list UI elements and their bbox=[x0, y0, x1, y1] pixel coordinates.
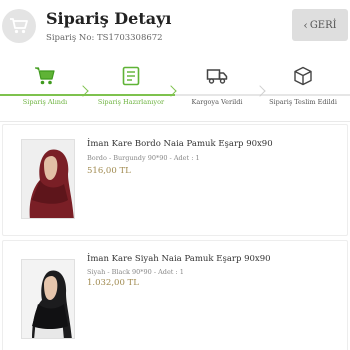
order-item: İman Kare Bordo Naia Pamuk Eşarp 90x90 B… bbox=[2, 124, 348, 236]
order-item: İman Kare Siyah Naia Pamuk Eşarp 90x90 S… bbox=[2, 240, 348, 350]
cart-icon bbox=[0, 64, 90, 88]
page-title: Sipariş Detayı bbox=[46, 9, 172, 28]
back-button[interactable]: ‹ GERİ bbox=[292, 9, 348, 41]
step-order-received: Sipariş Alındı bbox=[0, 58, 90, 106]
product-name[interactable]: İman Kare Bordo Naia Pamuk Eşarp 90x90 bbox=[87, 139, 273, 149]
product-variant: Siyah - Black 90*90 - Adet : 1 bbox=[87, 268, 184, 276]
order-progress: Sipariş Alındı Sipariş Hazırlanıyor Karg… bbox=[0, 58, 350, 118]
progress-track-done bbox=[0, 94, 175, 96]
product-variant: Bordo - Burgundy 90*90 - Adet : 1 bbox=[87, 154, 200, 162]
product-name[interactable]: İman Kare Siyah Naia Pamuk Eşarp 90x90 bbox=[87, 254, 271, 264]
product-image[interactable] bbox=[21, 259, 75, 339]
divider bbox=[0, 121, 350, 122]
chevron-left-icon: ‹ bbox=[303, 18, 308, 32]
truck-icon bbox=[172, 64, 262, 88]
order-number: Sipariş No: TS1703308672 bbox=[46, 33, 163, 43]
step-label: Kargoya Verildi bbox=[191, 98, 243, 106]
back-button-label: GERİ bbox=[309, 19, 337, 31]
list-icon bbox=[86, 64, 176, 88]
step-shipped: Kargoya Verildi bbox=[172, 58, 262, 106]
step-label: Sipariş Hazırlanıyor bbox=[97, 98, 165, 106]
step-delivered: Sipariş Teslim Edildi bbox=[258, 58, 348, 106]
product-price: 516,00 TL bbox=[87, 166, 131, 176]
progress-track-pending bbox=[175, 94, 350, 96]
box-icon bbox=[258, 64, 348, 88]
step-label: Sipariş Alındı bbox=[22, 98, 68, 106]
product-price: 1.032,00 TL bbox=[87, 278, 139, 288]
shopping-cart-icon bbox=[2, 9, 36, 43]
step-label: Sipariş Teslim Edildi bbox=[269, 98, 337, 106]
step-order-preparing: Sipariş Hazırlanıyor bbox=[86, 58, 176, 106]
product-image[interactable] bbox=[21, 139, 75, 219]
page-header: Sipariş Detayı Sipariş No: TS1703308672 … bbox=[0, 0, 350, 56]
